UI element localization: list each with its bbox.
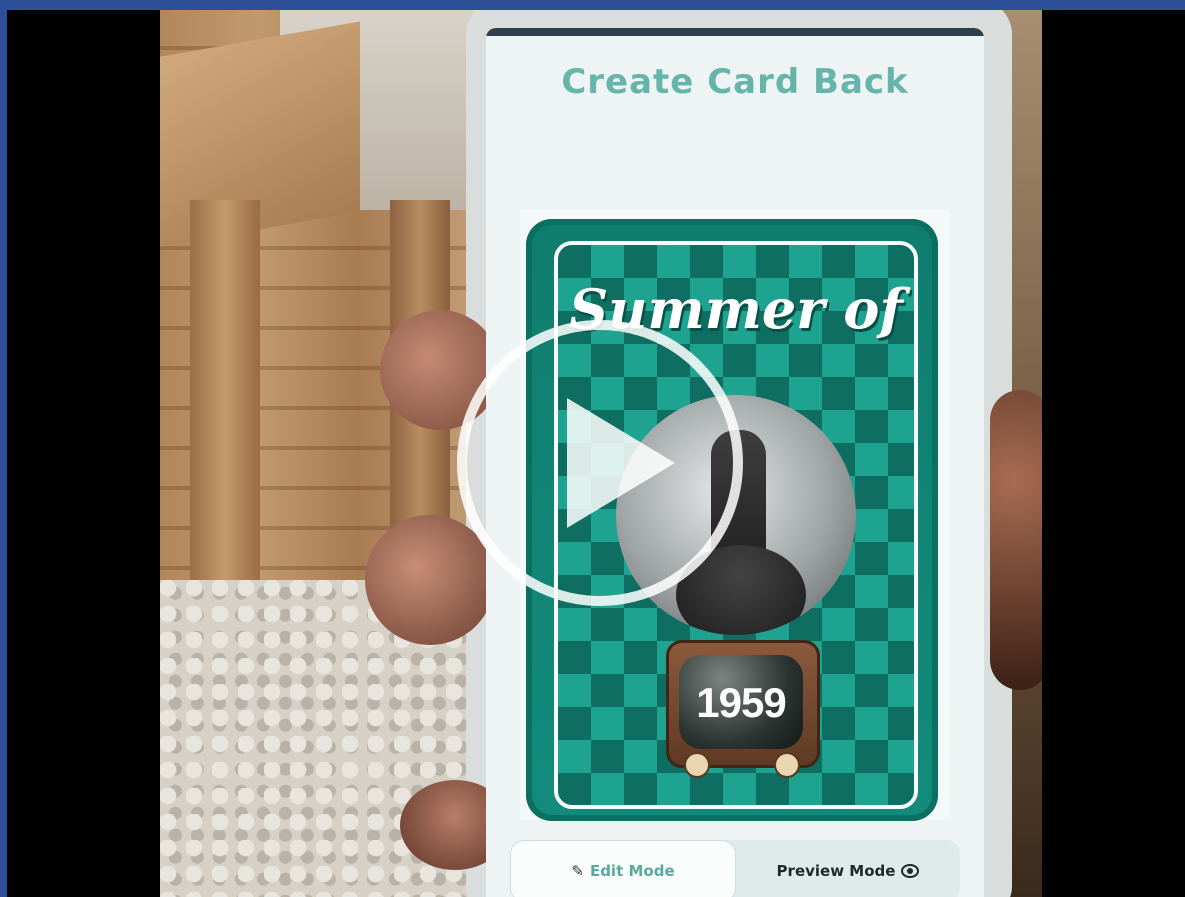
- tv-icon: 1959: [666, 640, 820, 790]
- hand: [990, 390, 1042, 690]
- page-title: Create Card Back: [561, 62, 909, 102]
- left-border: [0, 10, 7, 897]
- preview-mode-label: Preview Mode: [776, 862, 896, 880]
- tv-knob: [684, 752, 710, 778]
- eye-icon: [901, 864, 920, 878]
- top-border: [0, 0, 1185, 10]
- edit-mode-button[interactable]: ✎ Edit Mode: [510, 840, 736, 897]
- preview-mode-button[interactable]: Preview Mode: [736, 840, 960, 897]
- tv-body: 1959: [666, 640, 820, 768]
- mode-toggle: ✎ Edit Mode Preview Mode: [510, 840, 960, 897]
- card-year[interactable]: 1959: [679, 679, 803, 727]
- play-icon[interactable]: [455, 318, 745, 608]
- screen-top-line: [486, 28, 984, 36]
- pencil-icon: ✎: [571, 862, 584, 880]
- edit-mode-label: Edit Mode: [589, 862, 675, 880]
- tv-knob: [774, 752, 800, 778]
